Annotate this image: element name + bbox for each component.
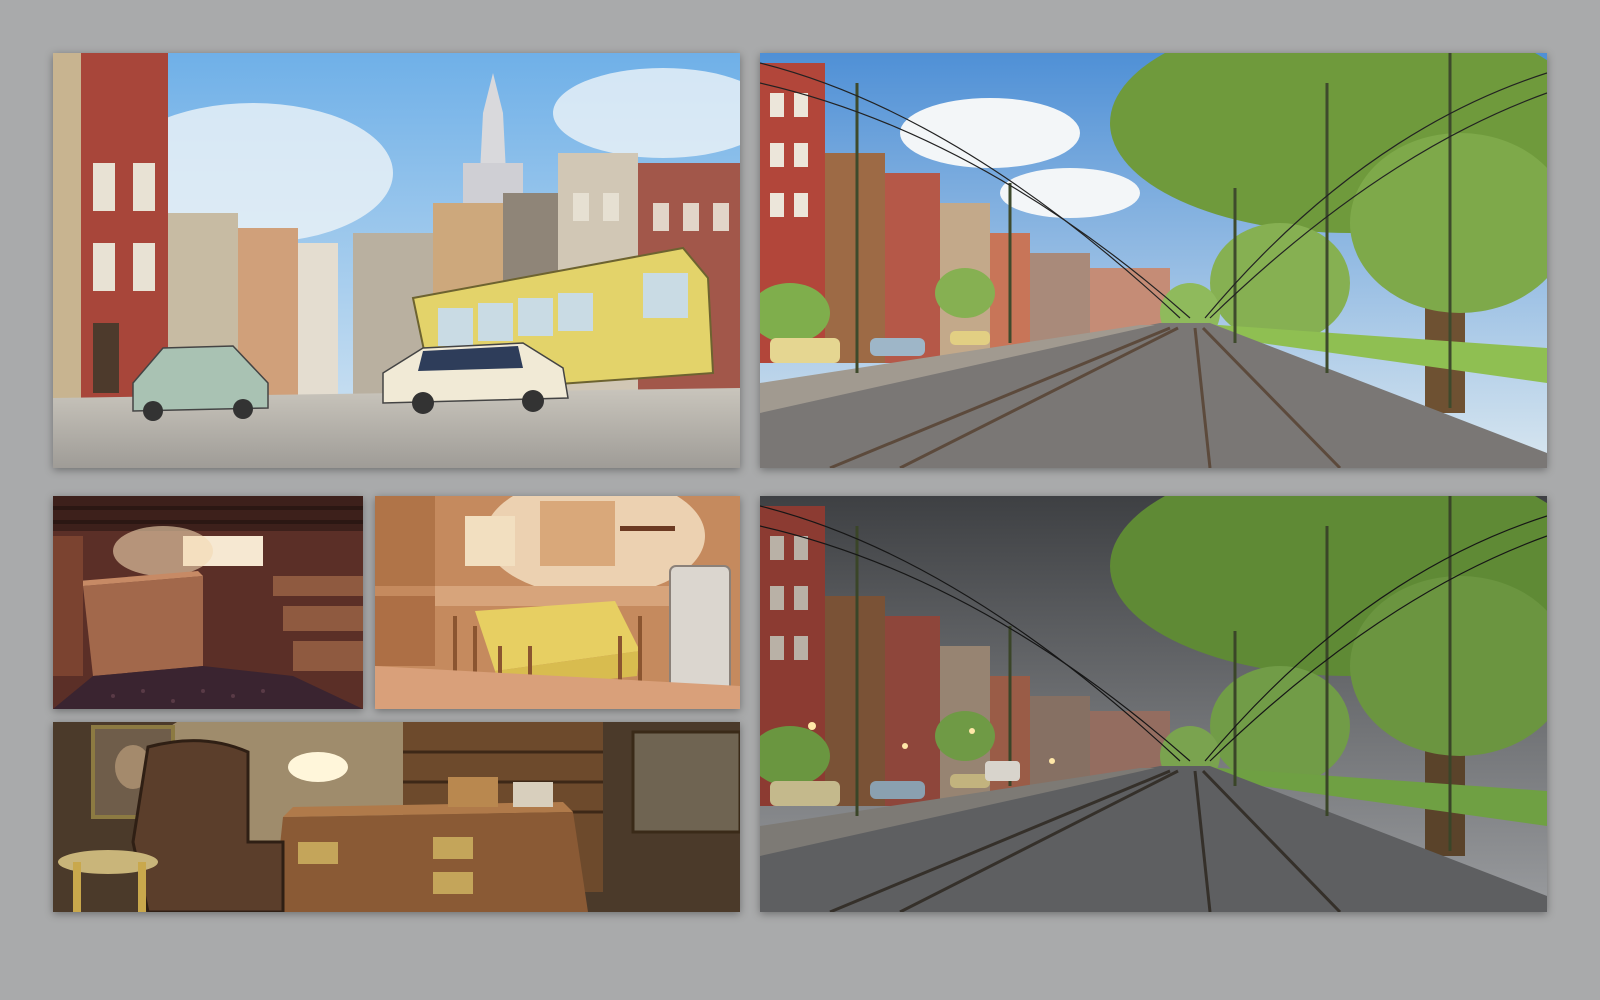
study-interior-illustration (53, 722, 740, 912)
street-day-panel (53, 53, 740, 468)
tram-avenue-sunny-panel (760, 53, 1547, 468)
tram-avenue-sunny-illustration (760, 53, 1547, 468)
bar-interior-panel (53, 496, 363, 709)
street-day-illustration (53, 53, 740, 468)
study-interior-panel (53, 722, 740, 912)
tram-avenue-rain-panel (760, 496, 1547, 912)
kitchen-interior-panel (375, 496, 740, 709)
tram-avenue-rain-illustration (760, 496, 1547, 912)
bar-interior-illustration (53, 496, 363, 709)
kitchen-interior-illustration (375, 496, 740, 709)
